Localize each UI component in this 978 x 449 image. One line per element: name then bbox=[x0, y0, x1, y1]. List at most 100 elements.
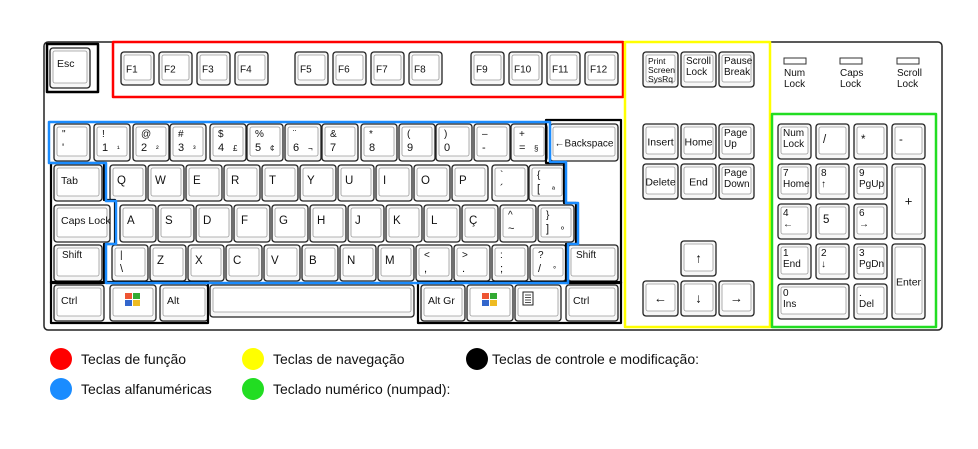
key-t[interactable]: T bbox=[261, 164, 299, 202]
key-arrow-right[interactable]: → bbox=[718, 280, 755, 317]
key-k[interactable]: K bbox=[385, 204, 423, 243]
key-g[interactable]: G bbox=[271, 204, 309, 243]
key-f3[interactable]: F3 bbox=[196, 51, 231, 86]
key-p[interactable]: P bbox=[451, 164, 489, 202]
key-win-right-windows-logo-icon[interactable] bbox=[466, 284, 514, 322]
key-np8[interactable]: 8↑ bbox=[815, 163, 850, 200]
key-e[interactable]: E bbox=[185, 164, 223, 202]
key-insert[interactable]: Insert bbox=[642, 123, 679, 160]
key-np-div[interactable]: / bbox=[815, 123, 850, 160]
key-ctrl-left[interactable]: Ctrl bbox=[53, 284, 105, 322]
key-np-add[interactable]: + bbox=[891, 163, 926, 240]
key-pageup[interactable]: PageUp bbox=[718, 123, 755, 160]
key-esc[interactable]: Esc bbox=[49, 47, 91, 89]
key-w[interactable]: W bbox=[147, 164, 185, 202]
key-ctrl-right[interactable]: Ctrl bbox=[565, 284, 619, 322]
key-shift-left[interactable]: Shift bbox=[53, 244, 103, 282]
key-c[interactable]: C bbox=[225, 244, 263, 282]
key-np1[interactable]: 1End bbox=[777, 243, 812, 280]
key-backslash[interactable]: |\ bbox=[111, 244, 149, 282]
key-f6[interactable]: F6 bbox=[332, 51, 367, 86]
key-z[interactable]: Z bbox=[149, 244, 187, 282]
key-f9[interactable]: F9 bbox=[470, 51, 505, 86]
key-f1[interactable]: F1 bbox=[120, 51, 155, 86]
key-f5[interactable]: F5 bbox=[294, 51, 329, 86]
key-arrow-up[interactable]: ↑ bbox=[680, 240, 717, 277]
key-o[interactable]: O bbox=[413, 164, 451, 202]
key-r1-11[interactable]: –- bbox=[473, 123, 511, 162]
key-tab[interactable]: Tab bbox=[53, 164, 103, 202]
key-r1-4[interactable]: $4 £ bbox=[209, 123, 247, 162]
key-r1-3[interactable]: #3 ³ bbox=[169, 123, 207, 162]
key-end[interactable]: End bbox=[680, 163, 717, 200]
key-b[interactable]: B bbox=[301, 244, 339, 282]
key-home[interactable]: Home bbox=[680, 123, 717, 160]
key-slash[interactable]: ?/° bbox=[529, 244, 567, 282]
key-menu-context-icon[interactable] bbox=[514, 284, 562, 322]
key-semicolon[interactable]: :; bbox=[491, 244, 529, 282]
key-altgr[interactable]: Alt Gr bbox=[420, 284, 466, 322]
key-np6[interactable]: 6→ bbox=[853, 203, 888, 240]
key-f11[interactable]: F11 bbox=[546, 51, 581, 86]
key-np5[interactable]: 5 bbox=[815, 203, 850, 240]
key-f4[interactable]: F4 bbox=[234, 51, 269, 86]
key-comma[interactable]: <, bbox=[415, 244, 453, 282]
key-r1-8[interactable]: *8 bbox=[360, 123, 398, 162]
key-acute[interactable]: `´ bbox=[491, 164, 529, 202]
key-period[interactable]: >. bbox=[453, 244, 491, 282]
key-f8[interactable]: F8 bbox=[408, 51, 443, 86]
key-d[interactable]: D bbox=[195, 204, 233, 243]
key-arrow-down[interactable]: ↓ bbox=[680, 280, 717, 317]
key-np3[interactable]: 3PgDn bbox=[853, 243, 888, 280]
key-np-enter[interactable]: Enter bbox=[891, 243, 926, 320]
key-m[interactable]: M bbox=[377, 244, 415, 282]
key-r1-1[interactable]: ! 1 ¹ bbox=[93, 123, 131, 162]
key-f7[interactable]: F7 bbox=[370, 51, 405, 86]
key-bracket-close[interactable]: }] º bbox=[537, 204, 575, 243]
key-r1-9[interactable]: (9 bbox=[398, 123, 436, 162]
key-j[interactable]: J bbox=[347, 204, 385, 243]
key-np0[interactable]: 0Ins bbox=[777, 283, 850, 320]
key-alt[interactable]: Alt bbox=[159, 284, 209, 322]
key-np7[interactable]: 7Home bbox=[777, 163, 812, 200]
key-tilde[interactable]: ^~ bbox=[499, 204, 537, 243]
key-numlock[interactable]: NumLock bbox=[777, 123, 812, 160]
key-delete[interactable]: Delete bbox=[642, 163, 679, 200]
key-q[interactable]: Q bbox=[109, 164, 147, 202]
key-r1-12[interactable]: + = § bbox=[510, 123, 548, 162]
key-f12[interactable]: F12 bbox=[584, 51, 619, 86]
key-backspace[interactable]: ←Backspace bbox=[549, 123, 619, 162]
key-r1-10[interactable]: )0 bbox=[435, 123, 473, 162]
key-pause[interactable]: PauseBreak bbox=[718, 51, 755, 88]
key-r1-2[interactable]: @2 ² bbox=[132, 123, 170, 162]
key-f10[interactable]: F10 bbox=[508, 51, 543, 86]
key-a[interactable]: A bbox=[119, 204, 157, 243]
key-np9[interactable]: 9PgUp bbox=[853, 163, 888, 200]
key-win-left-windows-logo-icon[interactable] bbox=[109, 284, 157, 322]
key-x[interactable]: X bbox=[187, 244, 225, 282]
key-np-dec[interactable]: .Del bbox=[853, 283, 888, 320]
key-f2[interactable]: F2 bbox=[158, 51, 193, 86]
key-n[interactable]: N bbox=[339, 244, 377, 282]
key-np-sub[interactable]: - bbox=[891, 123, 926, 160]
key-h[interactable]: H bbox=[309, 204, 347, 243]
key-v[interactable]: V bbox=[263, 244, 301, 282]
key-u[interactable]: U bbox=[337, 164, 375, 202]
key-y[interactable]: Y bbox=[299, 164, 337, 202]
key-r[interactable]: R bbox=[223, 164, 261, 202]
key-bracket-open[interactable]: {[ª bbox=[528, 164, 566, 202]
key-space[interactable] bbox=[209, 284, 415, 318]
key-arrow-left[interactable]: ← bbox=[642, 280, 679, 317]
key-r1-5[interactable]: % 5 ¢ bbox=[246, 123, 284, 162]
key-cedilla[interactable]: Ç bbox=[461, 204, 499, 243]
key-r1-0[interactable]: "' bbox=[53, 123, 91, 162]
key-pagedown[interactable]: PageDown bbox=[718, 163, 755, 200]
key-r1-6[interactable]: ¨ 6 ¬ bbox=[284, 123, 322, 162]
key-shift-right[interactable]: Shift bbox=[567, 244, 619, 282]
key-s[interactable]: S bbox=[157, 204, 195, 243]
key-np2[interactable]: 2↓ bbox=[815, 243, 850, 280]
key-capslock[interactable]: Caps Lock bbox=[53, 204, 111, 243]
key-np-mul[interactable]: * bbox=[853, 123, 888, 160]
key-l[interactable]: L bbox=[423, 204, 461, 243]
key-r1-7[interactable]: &7 bbox=[321, 123, 359, 162]
